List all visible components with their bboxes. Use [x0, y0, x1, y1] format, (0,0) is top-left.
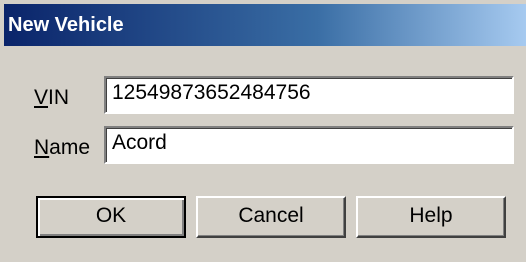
vin-label-rest: IN [48, 86, 70, 109]
name-label: Name [34, 136, 90, 160]
name-label-rest: ame [49, 136, 91, 159]
dialog-title: New Vehicle [8, 14, 124, 36]
title-bar[interactable]: New Vehicle [4, 4, 526, 46]
new-vehicle-dialog: New Vehicle VIN 12549873652484756 Name A… [0, 0, 526, 262]
help-button[interactable]: Help [356, 196, 506, 238]
ok-button[interactable]: OK [36, 196, 186, 238]
vin-input[interactable]: 12549873652484756 [104, 76, 514, 114]
name-label-mnemonic: N [34, 136, 50, 159]
cancel-button[interactable]: Cancel [196, 196, 346, 238]
vin-label-mnemonic: V [34, 86, 49, 109]
name-input[interactable]: Acord [104, 126, 514, 164]
vin-label: VIN [34, 86, 69, 110]
